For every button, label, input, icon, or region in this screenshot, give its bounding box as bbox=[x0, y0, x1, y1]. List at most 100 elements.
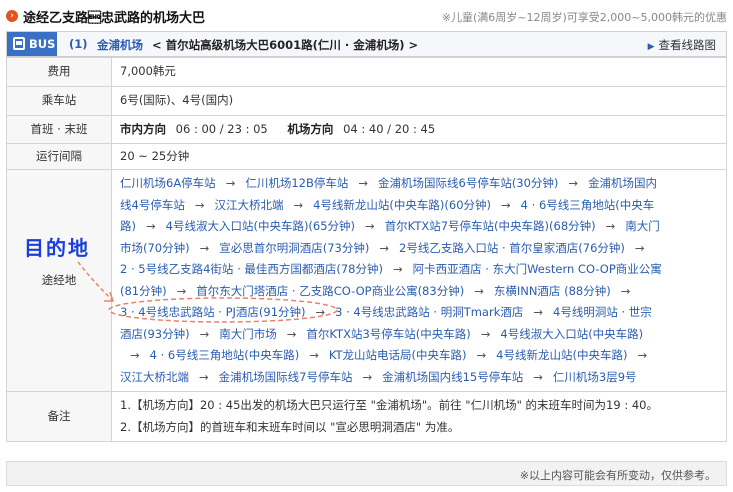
first-last-value: 市内方向 06 : 00 / 23 : 05 机场方向 04 : 40 / 20… bbox=[111, 115, 727, 144]
arrow-right-icon: → bbox=[362, 369, 373, 384]
stop-name: 4号线新龙山站(中央车路)(60分钟) bbox=[313, 197, 492, 212]
stops-line: 酒店(93分钟) → 南大门市场 → 首尔KTX站3号停车站(中央车路) → 4号线淑大入口… bbox=[120, 324, 718, 346]
stop-name: 路) bbox=[120, 219, 136, 233]
fare-value: 7,000韩元 bbox=[111, 57, 727, 87]
arrow-right-icon: → bbox=[474, 283, 484, 298]
downtown-direction-time: 06 : 00 / 23 : 05 bbox=[175, 121, 268, 136]
stop-name: 4 · 6号线三角地站(中央车 bbox=[520, 197, 655, 212]
arrow-right-icon: → bbox=[393, 262, 403, 276]
arrow-right-icon: → bbox=[501, 197, 511, 212]
fare-row: 费用 7,000韩元 bbox=[6, 57, 727, 87]
stand-label: 乘车站 bbox=[6, 86, 112, 116]
arrow-right-icon: → bbox=[315, 305, 326, 319]
airport-direction-time: 04 : 40 / 20 : 45 bbox=[343, 121, 436, 136]
arrow-right-icon: → bbox=[634, 240, 645, 255]
bus-route-header: BUS (1) 金浦机场 < 首尔站高级机场大巴6001路(仁川 · 金浦机场)… bbox=[6, 31, 727, 57]
notes-row: 备注 1.【机场方向】20 : 45出发的机场大巴只运行至 "金浦机场"。前往 … bbox=[6, 391, 727, 442]
interval-row: 运行间隔 20 ~ 25分钟 bbox=[6, 143, 727, 170]
airport-direction-label: 机场方向 bbox=[287, 121, 334, 136]
arrow-right-icon: → bbox=[476, 348, 487, 362]
stop-name: 3 · 4号线忠武路站 · 明洞Tmark酒店 bbox=[335, 305, 524, 319]
stop-name: 东横INN酒店 (88分钟) bbox=[493, 283, 611, 298]
first-last-label: 首班 · 末班 bbox=[6, 115, 112, 144]
bus-badge-label: BUS bbox=[29, 37, 56, 51]
stop-name: 南大门市场 bbox=[219, 326, 277, 341]
note-line: 2.【机场方向】的首班车和末班车时间以 "宣必思明洞酒店" 为准。 bbox=[120, 419, 460, 434]
stop-name: 线4号停车站 bbox=[120, 197, 185, 212]
play-arrow-icon: ▶ bbox=[647, 42, 655, 52]
route-description: < 首尔站高级机场大巴6001路(仁川 · 金浦机场) > bbox=[152, 38, 419, 52]
arrow-right-icon: → bbox=[293, 197, 304, 212]
downtown-direction-label: 市内方向 bbox=[120, 121, 166, 136]
notes-value: 1.【机场方向】20 : 45出发的机场大巴只运行至 "金浦机场"。前往 "仁川… bbox=[111, 391, 727, 442]
child-discount-note: ※儿童(满6周岁~12周岁)可享受2,000~5,000韩元的优惠 bbox=[441, 11, 727, 24]
stop-name: 4 · 6号线三角地站(中央车路) bbox=[149, 348, 300, 362]
view-route-map-link[interactable]: ▶ 查看线路图 bbox=[648, 37, 716, 53]
footer-text: ※以上内容可能会有所变动，仅供参考。 bbox=[519, 469, 716, 482]
stops-line: (81分钟) → 首尔东大门塔酒店 · 乙支路CO-OP商业公寓(83分钟) → 东横I… bbox=[120, 281, 718, 303]
arrow-right-icon: → bbox=[225, 176, 236, 190]
stops-line: 2 · 5号线乙支路4街站 · 最佳西方国都酒店(78分钟) → 阿卡西亚酒店 · … bbox=[120, 259, 718, 281]
stop-name: 南大门 bbox=[625, 219, 660, 233]
bus-badge: BUS bbox=[7, 32, 57, 56]
notes-label: 备注 bbox=[6, 391, 112, 442]
footer-notice: ※以上内容可能会有所变动，仅供参考。 bbox=[6, 461, 727, 486]
stops-line: 3 · 4号线忠武路站 · PJ酒店(91分钟) → 3 · 4号线忠武路站 · 明… bbox=[120, 302, 718, 324]
stop-name: 首尔KTX站7号停车站(中央车路)(68分钟) bbox=[384, 219, 596, 233]
stop-name: 阿卡西亚酒店 · 东大门Western CO-OP商业公寓 bbox=[412, 262, 662, 276]
route-airport: 金浦机场 bbox=[97, 38, 143, 52]
stop-name: 宣必思首尔明洞酒店(73分钟) bbox=[219, 240, 370, 255]
arrow-right-icon: → bbox=[365, 219, 375, 233]
arrow-right-icon: → bbox=[480, 326, 491, 341]
stop-name: 首尔东大门塔酒店 · 乙支路CO-OP商业公寓(83分钟) bbox=[196, 283, 465, 298]
page-header: › 途经乙支路忠武路的机场大巴 ※儿童(满6周岁~12周岁)可享受2,000~… bbox=[6, 4, 727, 28]
arrow-right-icon: → bbox=[286, 326, 297, 341]
stop-name: 4号线新龙山站(中央车路) bbox=[496, 348, 628, 362]
stop-name: 4号线淑大入口站(中央车路) bbox=[500, 326, 644, 341]
stop-name: 仁川机场3层9号 bbox=[552, 369, 637, 384]
stop-name: 汉江大桥北端 bbox=[120, 369, 189, 384]
arrow-right-icon: → bbox=[533, 369, 543, 384]
stop-name: 3 · 4号线忠武路站 · PJ酒店(91分钟) bbox=[120, 305, 306, 319]
stops-row: 途经地 仁川机场6A停车站 → 仁川机场12B停车站 → 金浦机场国际线6号停车站(30… bbox=[6, 169, 727, 392]
arrow-right-icon: → bbox=[176, 283, 187, 298]
stop-name: 市场(70分钟) bbox=[120, 240, 190, 255]
stop-name: KT龙山站电话局(中央车路) bbox=[328, 348, 467, 362]
stops-line: 汉江大桥北端 → 金浦机场国际线7号停车站 → 金浦机场国内线15号停车站 → 仁川机场3层… bbox=[120, 367, 718, 389]
first-last-row: 首班 · 末班 市内方向 06 : 00 / 23 : 05 机场方向 04 :… bbox=[6, 115, 727, 144]
stop-name: 金浦机场国际线7号停车站 bbox=[218, 369, 353, 384]
stand-value: 6号(国际)、4号(国内) bbox=[111, 86, 727, 116]
arrow-right-icon: → bbox=[309, 348, 319, 362]
stops-line: 市场(70分钟) → 宣必思首尔明洞酒店(73分钟) → 2号线乙支路入口站 · 首尔皇… bbox=[120, 238, 718, 260]
stops-line: 路) → 4号线淑大入口站(中央车路)(65分钟) → 首尔KTX站7号停车站(中央车路… bbox=[120, 216, 718, 238]
interval-value: 20 ~ 25分钟 bbox=[111, 143, 727, 170]
stop-name: 汉江大桥北端 bbox=[214, 197, 284, 212]
stop-name: 酒店(93分钟) bbox=[120, 326, 190, 341]
arrow-right-icon: → bbox=[568, 176, 579, 190]
stop-name: 金浦机场国际线6号停车站(30分钟) bbox=[378, 176, 559, 190]
arrow-right-icon: → bbox=[130, 348, 140, 362]
arrow-right-icon: → bbox=[637, 348, 648, 362]
stop-name: 2号线乙支路入口站 · 首尔皇家酒店(76分钟) bbox=[399, 240, 625, 255]
stop-name: 4号线明洞站 · 世宗 bbox=[553, 305, 652, 319]
chevron-right-icon: › bbox=[6, 10, 18, 22]
stop-name: 2 · 5号线乙支路4街站 · 最佳西方国都酒店(78分钟) bbox=[120, 262, 383, 276]
stop-name: 仁川机场6A停车站 bbox=[120, 176, 216, 190]
arrow-right-icon: → bbox=[199, 240, 210, 255]
bus-icon bbox=[13, 37, 25, 50]
stop-name: 4号线淑大入口站(中央车路)(65分钟) bbox=[165, 219, 356, 233]
view-route-map-label: 查看线路图 bbox=[658, 38, 717, 52]
destination-label: 目的地 bbox=[24, 236, 90, 260]
stop-name: 仁川机场12B停车站 bbox=[245, 176, 349, 190]
interval-label: 运行间隔 bbox=[6, 143, 112, 170]
stop-name: 首尔KTX站3号停车站(中央车路) bbox=[306, 326, 471, 341]
stand-row: 乘车站 6号(国际)、4号(国内) bbox=[6, 86, 727, 116]
route-info-table: 费用 7,000韩元 乘车站 6号(国际)、4号(国内) 首班 · 末班 市内方… bbox=[6, 57, 727, 442]
arrow-right-icon: → bbox=[620, 283, 631, 298]
arrow-right-icon: → bbox=[533, 305, 544, 319]
stop-name: 金浦机场国内线15号停车站 bbox=[382, 369, 524, 384]
arrow-right-icon: → bbox=[194, 197, 205, 212]
stops-value: 仁川机场6A停车站 → 仁川机场12B停车站 → 金浦机场国际线6号停车站(30分钟) →… bbox=[111, 169, 727, 392]
arrow-right-icon: → bbox=[199, 326, 210, 341]
arrow-right-icon: → bbox=[358, 176, 368, 190]
